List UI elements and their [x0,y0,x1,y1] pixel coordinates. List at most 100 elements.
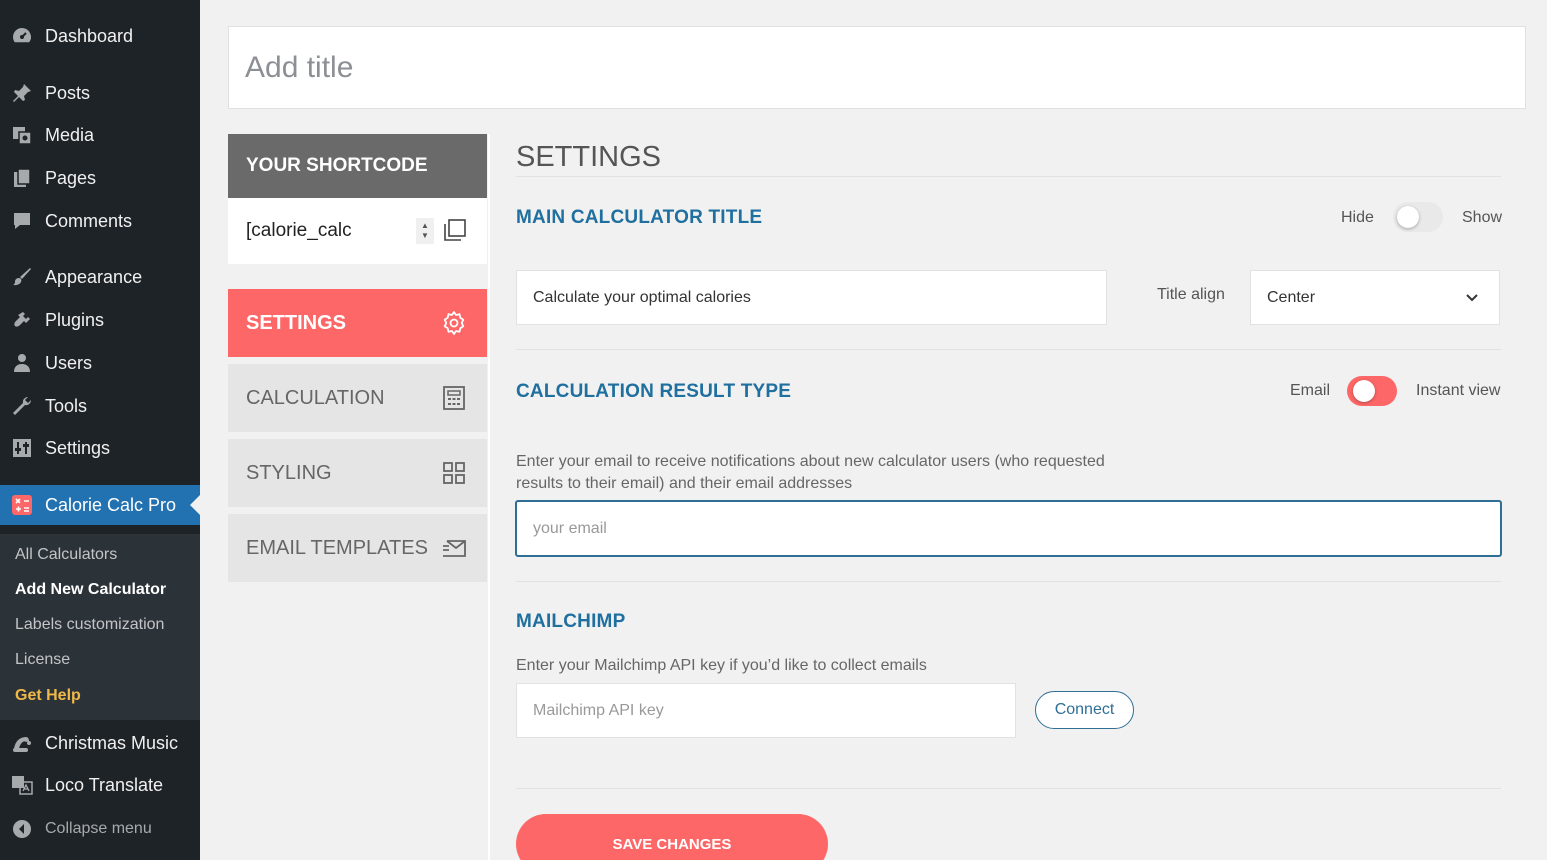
menu-label: Appearance [45,266,143,287]
menu-item-calorie-calc-pro[interactable]: Calorie Calc Pro [0,485,200,525]
settings-heading: SETTINGS [516,141,662,173]
calculator-title-input[interactable] [533,288,1106,307]
menu-item-comments[interactable]: Comments [0,201,200,241]
menu-item-tools[interactable]: Tools [0,386,200,426]
brush-icon [10,265,34,289]
menu-label: Calorie Calc Pro [45,494,177,515]
shortcode-heading: YOUR SHORTCODE [228,134,487,198]
tab-label: CALCULATION [246,386,385,409]
calculator-icon [10,493,34,517]
post-title-input[interactable] [245,50,1525,85]
notification-email-field [515,500,1502,557]
collapse-arrow-icon [10,817,34,841]
calorie-calc-submenu: All Calculators Add New Calculator Label… [0,534,200,720]
connect-button[interactable]: Connect [1035,691,1134,729]
mailchimp-api-key-input[interactable] [533,701,1015,720]
email-description: Enter your email to receive notification… [516,451,1105,495]
santa-hat-icon [10,731,34,755]
copy-icon[interactable] [443,218,467,242]
submenu-license[interactable]: License [15,651,70,669]
menu-item-christmas-music[interactable]: Christmas Music [0,723,200,763]
email-description-line: Enter your email to receive notification… [516,453,1105,470]
result-type-toggle[interactable] [1347,376,1397,406]
tab-settings[interactable]: SETTINGS [228,289,487,357]
pin-icon [10,81,34,105]
divider [516,349,1501,350]
arrow-down-icon: ▼ [421,231,429,240]
tab-calculation[interactable]: CALCULATION [228,364,487,432]
toggle-knob [1353,380,1375,402]
shortcode-box: [calorie_calc ▲ ▼ [228,198,487,264]
title-visibility-toggle[interactable] [1393,202,1443,232]
calculation-result-type-heading: CALCULATION RESULT TYPE [516,381,792,402]
tab-label: STYLING [246,461,332,484]
divider [516,788,1501,789]
menu-label: Posts [45,82,91,103]
menu-label: Settings [45,437,111,458]
menu-item-media[interactable]: Media [0,115,200,155]
menu-item-appearance[interactable]: Appearance [0,257,200,297]
menu-item-pages[interactable]: Pages [0,158,200,198]
plug-icon [10,308,34,332]
pages-icon [10,166,34,190]
menu-item-dashboard[interactable]: Dashboard [0,16,200,56]
menu-label: Loco Translate [45,774,164,795]
tab-label: SETTINGS [246,311,347,334]
calculator-title-field [516,270,1107,325]
shortcode-scroll-stepper[interactable]: ▲ ▼ [416,218,434,244]
shortcode-value[interactable]: [calorie_calc [246,220,352,242]
tab-styling[interactable]: STYLING [228,439,487,507]
menu-label: Plugins [45,309,105,330]
menu-label: Users [45,352,93,373]
mailchimp-description: Enter your Mailchimp API key if you’d li… [516,657,927,674]
tab-label: EMAIL TEMPLATES [246,536,428,559]
submenu-labels-customization[interactable]: Labels customization [15,616,164,634]
menu-label: Christmas Music [45,732,179,753]
translate-icon [10,773,34,797]
title-align-label: Title align [1157,286,1225,303]
menu-item-settings[interactable]: Settings [0,428,200,468]
chevron-down-icon [1466,294,1478,302]
dashboard-icon [10,24,34,48]
email-icon [443,540,466,557]
grid-icon [443,462,465,484]
wrench-icon [10,394,34,418]
email-description-line: results to their email) and their email … [516,475,853,492]
menu-label: Tools [45,395,88,416]
collapse-menu-label: Collapse menu [45,820,152,837]
menu-item-loco-translate[interactable]: Loco Translate [0,765,200,805]
arrow-up-icon: ▲ [421,221,429,230]
menu-item-plugins[interactable]: Plugins [0,300,200,340]
page-scrollbar[interactable] [1540,0,1547,860]
tab-email-templates[interactable]: EMAIL TEMPLATES [228,514,487,582]
show-label: Show [1462,209,1503,226]
submenu-all-calculators[interactable]: All Calculators [15,546,117,564]
notification-email-input[interactable] [533,519,1500,538]
divider [516,581,1501,582]
menu-item-users[interactable]: Users [0,343,200,383]
user-icon [10,351,34,375]
submenu-add-new-calculator[interactable]: Add New Calculator [15,581,166,599]
media-icon [10,123,34,147]
menu-label: Comments [45,210,133,231]
mailchimp-heading: MAILCHIMP [516,611,626,632]
calculator-icon [443,386,465,410]
comment-icon [10,209,34,233]
email-option-label: Email [1290,382,1331,399]
toggle-knob [1397,206,1419,228]
title-align-value: Center [1267,288,1316,306]
post-title-box [228,26,1526,109]
save-changes-button[interactable]: SAVE CHANGES [516,814,828,860]
menu-item-posts[interactable]: Posts [0,73,200,113]
main-calculator-title-heading: MAIN CALCULATOR TITLE [516,207,763,228]
menu-label: Dashboard [45,25,134,46]
mailchimp-api-key-field [516,683,1016,738]
submenu-get-help[interactable]: Get Help [15,687,81,705]
menu-label: Pages [45,167,97,188]
hide-label: Hide [1341,209,1374,226]
instant-view-option-label: Instant view [1416,382,1501,399]
title-align-select[interactable]: Center [1250,270,1500,325]
divider [516,176,1501,177]
admin-sidebar: Dashboard Posts Media Pages Comments App… [0,0,200,860]
collapse-menu-button[interactable]: Collapse menu [0,809,200,849]
